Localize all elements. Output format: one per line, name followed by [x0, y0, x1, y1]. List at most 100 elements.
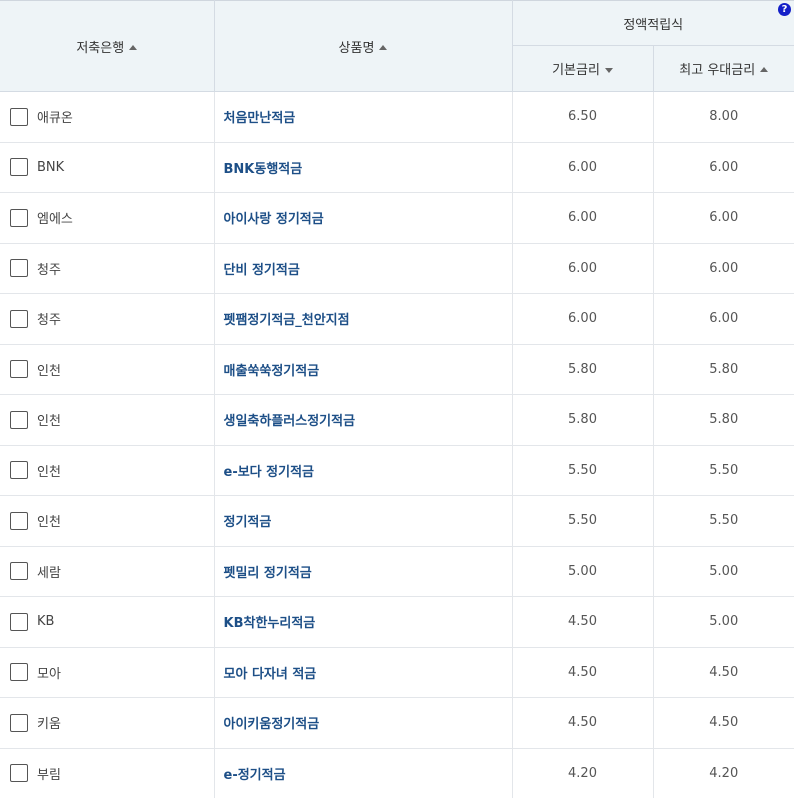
- savings-table: 저축은행 상품명 정액적립식 ? 기본금리 최고 우대금리 애큐온 처음만난적금 6…: [0, 0, 794, 798]
- product-column-header[interactable]: 상품명: [214, 0, 513, 92]
- bank-name: 인천: [37, 464, 61, 480]
- product-link[interactable]: 펫밀리 정기적금: [214, 546, 513, 597]
- max-rate-value: 8.00: [653, 91, 794, 143]
- bank-name: 인천: [37, 363, 61, 379]
- bank-cell: BNK: [0, 142, 215, 193]
- max-rate-value: 6.00: [653, 192, 794, 244]
- bank-name: 청주: [37, 313, 61, 329]
- bank-cell: 인천: [0, 495, 215, 547]
- base-rate-value: 5.00: [512, 546, 654, 597]
- row-checkbox[interactable]: [10, 562, 28, 581]
- table-row: 인천 정기적금 5.50 5.50: [0, 495, 794, 547]
- sort-ascending-icon: [760, 67, 769, 72]
- max-rate-value: 4.20: [653, 748, 794, 798]
- row-checkbox[interactable]: [10, 259, 28, 278]
- table-row: 모아 모아 다자녀 적금 4.50 4.50: [0, 647, 794, 698]
- max-rate-value: 5.80: [653, 344, 794, 395]
- bank-name: 엠에스: [37, 212, 73, 228]
- row-checkbox[interactable]: [10, 360, 28, 379]
- bank-name: 애큐온: [37, 111, 73, 127]
- row-checkbox[interactable]: [10, 461, 28, 480]
- table-row: KB KB착한누리적금 4.50 5.00: [0, 596, 794, 648]
- fixed-installment-group-header: 정액적립식 ?: [512, 0, 794, 46]
- base-rate-label: 기본금리: [552, 63, 600, 78]
- max-rate-value: 4.50: [653, 697, 794, 749]
- product-link[interactable]: KB착한누리적금: [214, 596, 513, 648]
- base-rate-value: 4.20: [512, 748, 654, 798]
- product-link[interactable]: e-정기적금: [214, 748, 513, 798]
- max-rate-value: 5.50: [653, 445, 794, 496]
- product-link[interactable]: 모아 다자녀 적금: [214, 647, 513, 698]
- sort-descending-icon: [604, 68, 613, 73]
- base-rate-value: 6.00: [512, 293, 654, 345]
- product-link[interactable]: 정기적금: [214, 495, 513, 547]
- table-header: 저축은행 상품명 정액적립식 ? 기본금리 최고 우대금리: [0, 0, 794, 92]
- sort-ascending-icon: [129, 44, 138, 50]
- bank-cell: 인천: [0, 445, 215, 496]
- product-link[interactable]: 아이사랑 정기적금: [214, 192, 513, 244]
- row-checkbox[interactable]: [10, 107, 28, 126]
- base-rate-value: 4.50: [512, 647, 654, 698]
- product-link[interactable]: 아이키움정기적금: [214, 697, 513, 749]
- bank-cell: 모아: [0, 647, 215, 698]
- bank-name: 세람: [37, 565, 61, 581]
- product-link[interactable]: 펫팸정기적금_천안지점: [214, 293, 513, 345]
- bank-name: 모아: [37, 666, 61, 682]
- bank-cell: KB: [0, 596, 215, 648]
- base-rate-value: 6.50: [512, 91, 654, 143]
- row-checkbox[interactable]: [10, 208, 28, 227]
- table-row: 인천 생일축하플러스정기적금 5.80 5.80: [0, 394, 794, 446]
- bank-cell: 청주: [0, 243, 215, 294]
- row-checkbox[interactable]: [10, 511, 28, 530]
- row-checkbox[interactable]: [10, 663, 28, 682]
- base-rate-value: 5.50: [512, 495, 654, 547]
- base-rate-value: 4.50: [512, 697, 654, 749]
- max-rate-value: 5.50: [653, 495, 794, 547]
- table-row: 청주 펫팸정기적금_천안지점 6.00 6.00: [0, 293, 794, 345]
- bank-cell: 세람: [0, 546, 215, 597]
- product-link[interactable]: e-보다 정기적금: [214, 445, 513, 496]
- row-checkbox[interactable]: [10, 612, 28, 631]
- bank-name: 인천: [37, 515, 61, 531]
- group-label: 정액적립식: [623, 17, 684, 33]
- bank-name: KB: [37, 614, 55, 630]
- row-checkbox[interactable]: [10, 309, 28, 328]
- max-rate-label: 최고 우대금리: [679, 63, 756, 78]
- row-checkbox[interactable]: [10, 158, 28, 177]
- bank-name: 청주: [37, 262, 61, 278]
- bank-cell: 부림: [0, 748, 215, 798]
- row-checkbox[interactable]: [10, 764, 28, 783]
- table-row: BNK BNK동행적금 6.00 6.00: [0, 142, 794, 193]
- base-rate-value: 4.50: [512, 596, 654, 648]
- product-link[interactable]: BNK동행적금: [214, 142, 513, 193]
- base-rate-value: 6.00: [512, 142, 654, 193]
- product-link[interactable]: 생일축하플러스정기적금: [214, 394, 513, 446]
- max-rate-value: 5.00: [653, 546, 794, 597]
- product-link[interactable]: 매출쑥쑥정기적금: [214, 344, 513, 395]
- table-row: 엠에스 아이사랑 정기적금 6.00 6.00: [0, 192, 794, 244]
- max-rate-column-header[interactable]: 최고 우대금리: [653, 45, 794, 92]
- base-rate-value: 5.50: [512, 445, 654, 496]
- row-checkbox[interactable]: [10, 713, 28, 732]
- base-rate-column-header[interactable]: 기본금리: [512, 45, 654, 92]
- max-rate-value: 5.80: [653, 394, 794, 446]
- help-icon[interactable]: ?: [778, 3, 791, 16]
- row-checkbox[interactable]: [10, 410, 28, 429]
- base-rate-value: 6.00: [512, 192, 654, 244]
- base-rate-value: 5.80: [512, 394, 654, 446]
- max-rate-value: 6.00: [653, 293, 794, 345]
- max-rate-value: 6.00: [653, 243, 794, 294]
- product-link[interactable]: 단비 정기적금: [214, 243, 513, 294]
- table-row: 키움 아이키움정기적금 4.50 4.50: [0, 697, 794, 749]
- bank-column-header[interactable]: 저축은행: [0, 0, 215, 92]
- bank-cell: 키움: [0, 697, 215, 749]
- bank-cell: 인천: [0, 394, 215, 446]
- bank-name: 부림: [37, 767, 61, 783]
- base-rate-value: 6.00: [512, 243, 654, 294]
- table-row: 인천 매출쑥쑥정기적금 5.80 5.80: [0, 344, 794, 395]
- bank-cell: 엠에스: [0, 192, 215, 244]
- table-row: 인천 e-보다 정기적금 5.50 5.50: [0, 445, 794, 496]
- sort-ascending-icon: [379, 44, 388, 50]
- product-link[interactable]: 처음만난적금: [214, 91, 513, 143]
- bank-name: 키움: [37, 717, 61, 733]
